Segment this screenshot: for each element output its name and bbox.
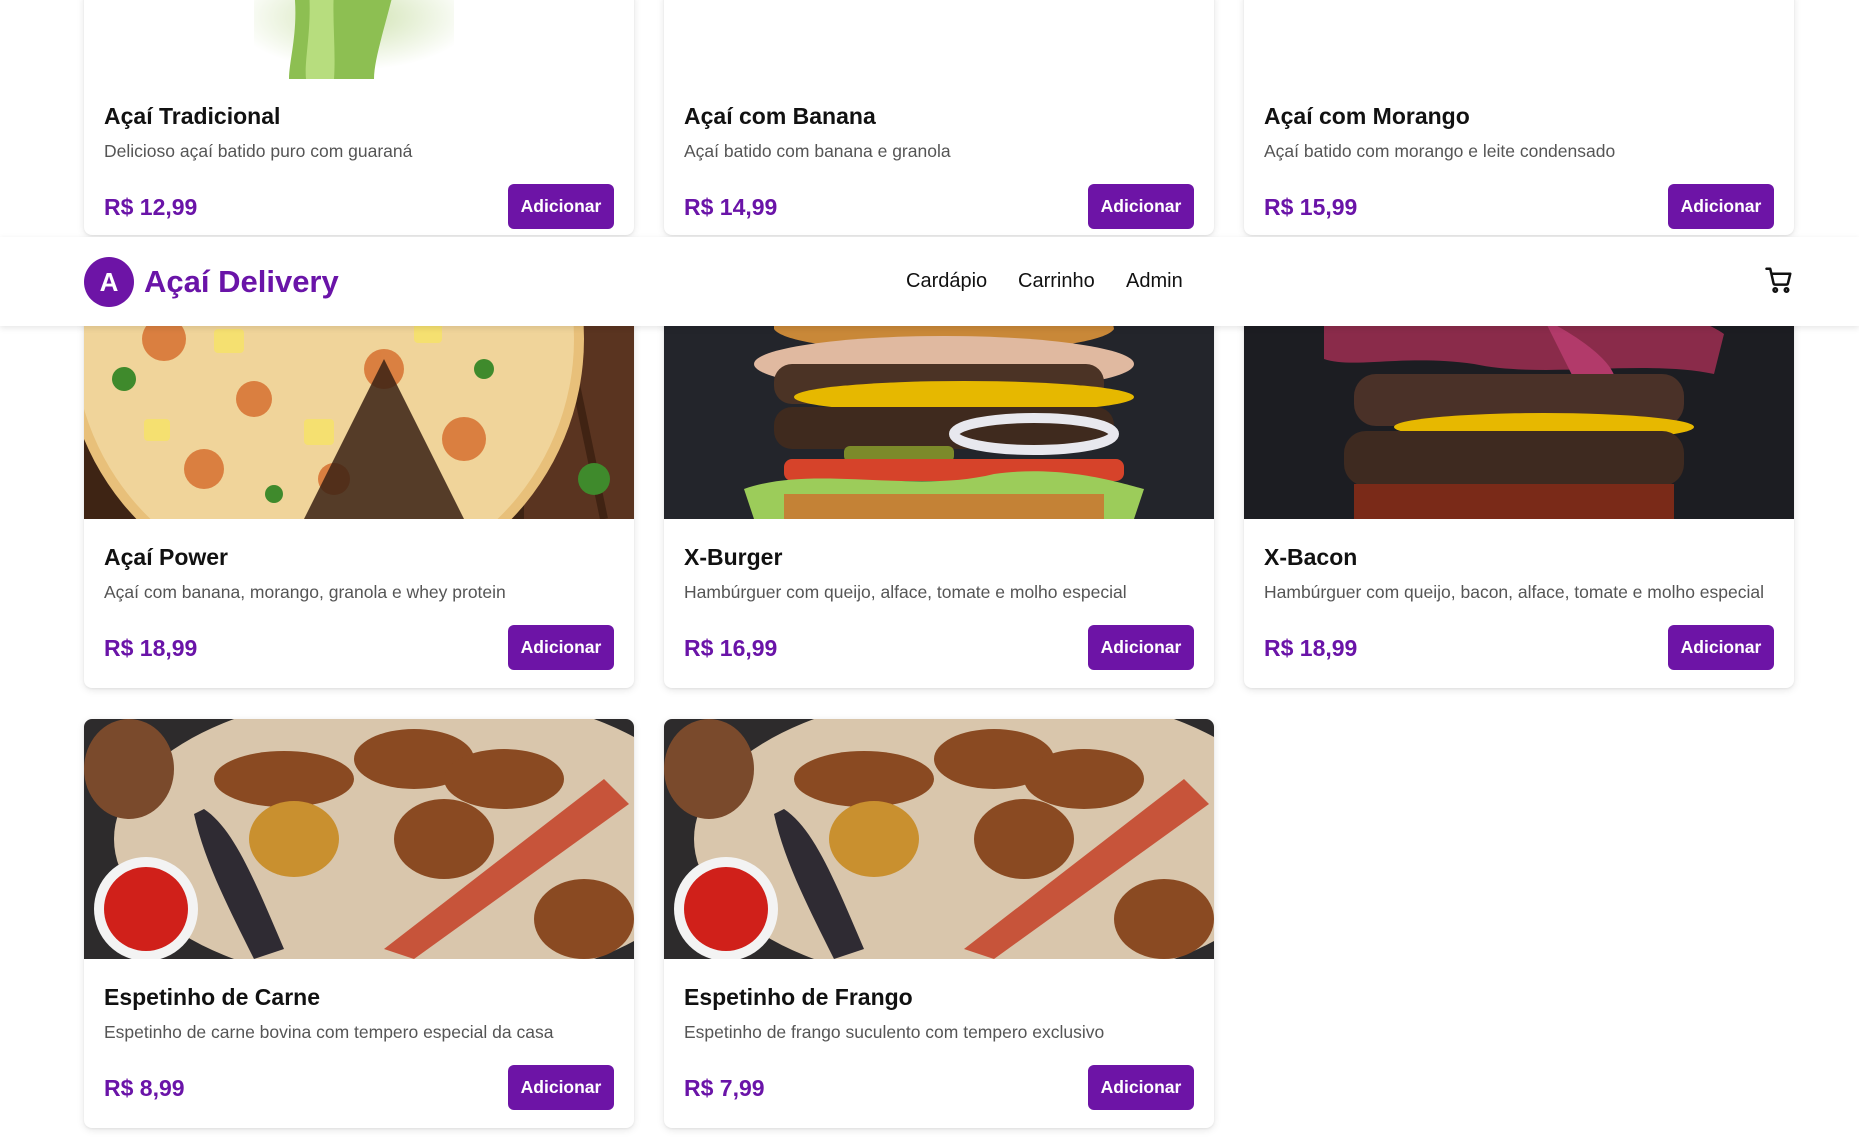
- product-description: Açaí batido com morango e leite condensa…: [1264, 141, 1616, 161]
- nav-carrinho[interactable]: Carrinho: [1018, 270, 1095, 293]
- product-price: R$ 15,99: [1264, 194, 1358, 220]
- product-description: Açaí com banana, morango, granola e whey…: [104, 582, 506, 602]
- add-to-cart-button[interactable]: Adicionar: [508, 184, 614, 229]
- product-price: R$ 8,99: [104, 1075, 185, 1101]
- skewer-platter-image: [84, 719, 634, 959]
- product-card-espetinho-carne: Espetinho de Carne Espetinho de carne bo…: [84, 719, 634, 1128]
- product-price: R$ 18,99: [104, 635, 198, 661]
- product-name: Açaí Power: [104, 544, 228, 570]
- add-to-cart-button[interactable]: Adicionar: [1088, 1065, 1194, 1110]
- product-name: X-Burger: [684, 544, 783, 570]
- add-to-cart-button[interactable]: Adicionar: [1088, 184, 1194, 229]
- product-price: R$ 14,99: [684, 194, 778, 220]
- add-to-cart-button[interactable]: Adicionar: [508, 625, 614, 670]
- add-to-cart-button[interactable]: Adicionar: [1668, 184, 1774, 229]
- nav-cardapio[interactable]: Cardápio: [906, 270, 987, 293]
- product-name: Açaí com Banana: [684, 103, 876, 129]
- product-card-x-bacon: X-Bacon Hambúrguer com queijo, bacon, al…: [1244, 279, 1794, 688]
- nav-admin[interactable]: Admin: [1126, 270, 1183, 293]
- product-description: Delicioso açaí batido puro com guaraná: [104, 141, 413, 161]
- product-name: Açaí Tradicional: [104, 103, 281, 129]
- add-to-cart-button[interactable]: Adicionar: [508, 1065, 614, 1110]
- product-name: X-Bacon: [1264, 544, 1358, 570]
- product-price: R$ 16,99: [684, 635, 778, 661]
- product-card-espetinho-frango: Espetinho de Frango Espetinho de frango …: [664, 719, 1214, 1128]
- product-card-x-burger: X-Burger Hambúrguer com queijo, alface, …: [664, 279, 1214, 688]
- product-price: R$ 12,99: [104, 194, 198, 220]
- site-header: A Açaí Delivery Cardápio Carrinho Admin: [0, 237, 1859, 326]
- product-description: Hambúrguer com queijo, bacon, alface, to…: [1264, 582, 1764, 602]
- add-to-cart-button[interactable]: Adicionar: [1088, 625, 1194, 670]
- shopping-cart-icon[interactable]: [1764, 265, 1794, 295]
- product-card-acai-tradicional: Açaí Tradicional Delicioso açaí batido p…: [84, 0, 634, 235]
- brand-name[interactable]: Açaí Delivery: [144, 264, 339, 300]
- product-description: Espetinho de carne bovina com tempero es…: [104, 1022, 554, 1042]
- product-image: [664, 0, 1214, 79]
- add-to-cart-button[interactable]: Adicionar: [1668, 625, 1774, 670]
- product-card-acai-power: Açaí Power Açaí com banana, morango, gra…: [84, 279, 634, 688]
- product-name: Espetinho de Frango: [684, 984, 913, 1010]
- product-name: Espetinho de Carne: [104, 984, 320, 1010]
- product-name: Açaí com Morango: [1264, 103, 1470, 129]
- product-description: Açaí batido com banana e granola: [684, 141, 951, 161]
- skewer-platter-image: [664, 719, 1214, 959]
- product-image: [1244, 0, 1794, 79]
- product-image: [84, 0, 634, 79]
- product-description: Espetinho de frango suculento com temper…: [684, 1022, 1105, 1042]
- logo-icon[interactable]: A: [84, 257, 134, 307]
- product-card-acai-morango: Açaí com Morango Açaí batido com morango…: [1244, 0, 1794, 235]
- product-price: R$ 18,99: [1264, 635, 1358, 661]
- product-card-acai-banana: Açaí com Banana Açaí batido com banana e…: [664, 0, 1214, 235]
- product-description: Hambúrguer com queijo, alface, tomate e …: [684, 582, 1127, 602]
- product-price: R$ 7,99: [684, 1075, 765, 1101]
